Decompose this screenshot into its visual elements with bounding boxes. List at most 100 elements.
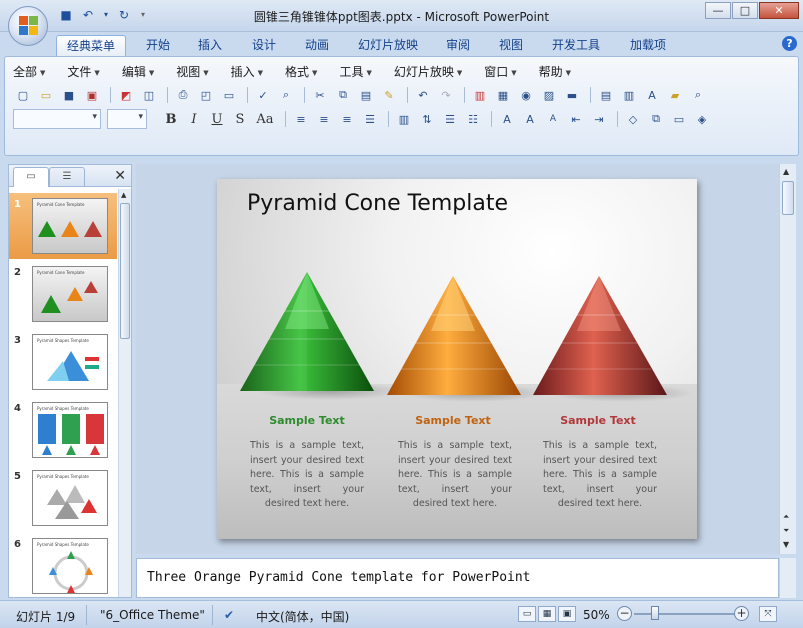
color-icon[interactable]: ▬	[562, 86, 582, 104]
shadow-button[interactable]: S	[230, 110, 250, 128]
column-body-red[interactable]: This is a sample text, insert your desir…	[543, 439, 657, 512]
maximize-button[interactable]: □	[732, 2, 758, 19]
align-left-icon[interactable]: ≡	[291, 110, 311, 128]
fit-to-window-icon[interactable]: ⤧	[759, 606, 777, 622]
column-body-orange[interactable]: This is a sample text, insert your desir…	[398, 439, 512, 512]
language[interactable]: 中文(简体，中国)	[256, 608, 349, 625]
increase-indent-icon[interactable]: ⇥	[589, 110, 609, 128]
align-right-icon[interactable]: ≡	[337, 110, 357, 128]
table-icon[interactable]: ▦	[493, 86, 513, 104]
next-slide-icon[interactable]: ⏷	[783, 526, 789, 536]
fill-icon[interactable]: ◈	[692, 110, 712, 128]
bullets-icon[interactable]: ☷	[463, 110, 483, 128]
office-button[interactable]	[8, 6, 48, 46]
theme-name[interactable]: "6_Office Theme"	[100, 608, 205, 622]
underline-button[interactable]: U	[207, 110, 227, 128]
undo-icon[interactable]: ↶	[413, 86, 433, 104]
new-icon[interactable]: ▢	[13, 86, 33, 104]
slide-thumbnail[interactable]: 6 Pyramid Shapes Template	[9, 533, 117, 597]
zoom-icon[interactable]: ⌕	[688, 86, 708, 104]
redo-icon[interactable]: ↷	[436, 86, 456, 104]
grow-font-icon[interactable]: A	[520, 110, 540, 128]
menu-edit[interactable]: 编辑 ▼	[122, 63, 154, 81]
format-painter-icon[interactable]: ✎	[379, 86, 399, 104]
spelling-icon[interactable]: ✓	[253, 86, 273, 104]
slideshow-button[interactable]: ▣	[558, 606, 576, 622]
zoom-slider[interactable]	[634, 613, 734, 615]
spelling-check-icon[interactable]: ✔	[224, 608, 234, 622]
slide-thumbnail[interactable]: 1 Pyramid Cone Template	[9, 193, 117, 259]
tab-home[interactable]: 开始	[138, 35, 178, 56]
shrink-font-icon[interactable]: A	[543, 110, 563, 128]
column-heading-green[interactable]: Sample Text	[237, 414, 377, 427]
slide-icon[interactable]: ▭	[219, 86, 239, 104]
numbering-icon[interactable]: ☰	[440, 110, 460, 128]
new-slide-icon[interactable]: ▤	[596, 86, 616, 104]
zoom-slider-knob[interactable]	[651, 606, 659, 620]
column-heading-orange[interactable]: Sample Text	[383, 414, 523, 427]
tab-insert[interactable]: 插入	[190, 35, 230, 56]
pane-close-icon[interactable]: ✕	[114, 168, 126, 184]
cut-icon[interactable]: ✂	[310, 86, 330, 104]
copy-icon[interactable]: ⧉	[333, 86, 353, 104]
column-body-green[interactable]: This is a sample text, insert your desir…	[250, 439, 364, 512]
pane-scrollbar[interactable]: ▲	[118, 189, 131, 597]
smartart-icon[interactable]: ◉	[516, 86, 536, 104]
font-name-combo[interactable]	[13, 109, 101, 129]
tab-slides[interactable]: ▭	[13, 167, 49, 187]
main-scroll-thumb[interactable]	[782, 181, 794, 215]
column-heading-red[interactable]: Sample Text	[528, 414, 668, 427]
font-size-combo[interactable]	[107, 109, 147, 129]
help-icon[interactable]: ?	[782, 36, 797, 51]
main-vertical-scrollbar[interactable]: ▲ ⏶ ⏷ ▼	[779, 164, 796, 554]
columns-icon[interactable]: ▥	[394, 110, 414, 128]
slide-thumbnail[interactable]: 5 Pyramid Shapes Template	[9, 465, 117, 531]
menu-tools[interactable]: 工具 ▼	[339, 63, 371, 81]
tab-classic-menu[interactable]: 经典菜单	[56, 35, 126, 56]
notes-text[interactable]: Three Orange Pyramid Cone template for P…	[147, 570, 531, 585]
menu-file[interactable]: 文件 ▼	[67, 63, 99, 81]
menu-slideshow[interactable]: 幻灯片放映 ▼	[394, 63, 462, 81]
italic-button[interactable]: I	[184, 110, 204, 128]
pane-scroll-thumb[interactable]	[120, 203, 130, 339]
menu-help[interactable]: 帮助 ▼	[539, 63, 571, 81]
slide-sorter-button[interactable]: ▦	[538, 606, 556, 622]
text-direction-icon[interactable]: ⇅	[417, 110, 437, 128]
layout-icon[interactable]: ▥	[619, 86, 639, 104]
minimize-button[interactable]: —	[705, 2, 731, 19]
shapes-icon[interactable]: ◇	[623, 110, 643, 128]
tab-slideshow[interactable]: 幻灯片放映	[352, 35, 424, 56]
zoom-level[interactable]: 50%	[583, 608, 610, 622]
align-center-icon[interactable]: ≡	[314, 110, 334, 128]
menu-window[interactable]: 窗口 ▼	[484, 63, 516, 81]
research-icon[interactable]: ⌕	[276, 86, 296, 104]
notes-scrollbar[interactable]	[779, 558, 796, 598]
previous-slide-icon[interactable]: ⏶	[783, 512, 789, 522]
paste-icon[interactable]: ▤	[356, 86, 376, 104]
change-case-button[interactable]: Aa	[253, 110, 277, 128]
decrease-indent-icon[interactable]: ⇤	[566, 110, 586, 128]
slide-thumbnail[interactable]: 3 Pyramid Shapes Template	[9, 329, 117, 395]
tab-view[interactable]: 视图	[491, 35, 531, 56]
font-color-icon[interactable]: A	[497, 110, 517, 128]
notes-pane[interactable]: Three Orange Pyramid Cone template for P…	[136, 558, 779, 598]
zoom-in-button[interactable]: +	[734, 606, 749, 621]
slide-thumbnail[interactable]: 2 Pyramid Cone Template	[9, 261, 117, 327]
menu-all[interactable]: 全部 ▼	[13, 63, 45, 81]
open-icon[interactable]: ▭	[36, 86, 56, 104]
print-icon[interactable]: ⎙	[173, 86, 193, 104]
quick-styles-icon[interactable]: ▭	[669, 110, 689, 128]
menu-format[interactable]: 格式 ▼	[285, 63, 317, 81]
folder-icon[interactable]: ▰	[665, 86, 685, 104]
permission-icon[interactable]: ▣	[82, 86, 102, 104]
bold-button[interactable]: B	[161, 110, 181, 128]
preview-icon[interactable]: ◰	[196, 86, 216, 104]
tab-addins[interactable]: 加载项	[622, 35, 674, 56]
normal-view-button[interactable]: ▭	[518, 606, 536, 622]
picture-icon[interactable]: ▨	[539, 86, 559, 104]
publish-icon[interactable]: ◫	[139, 86, 159, 104]
tab-review[interactable]: 审阅	[438, 35, 478, 56]
close-button[interactable]: ✕	[759, 2, 799, 19]
menu-view[interactable]: 视图 ▼	[176, 63, 208, 81]
arrange-icon[interactable]: ⧉	[646, 110, 666, 128]
